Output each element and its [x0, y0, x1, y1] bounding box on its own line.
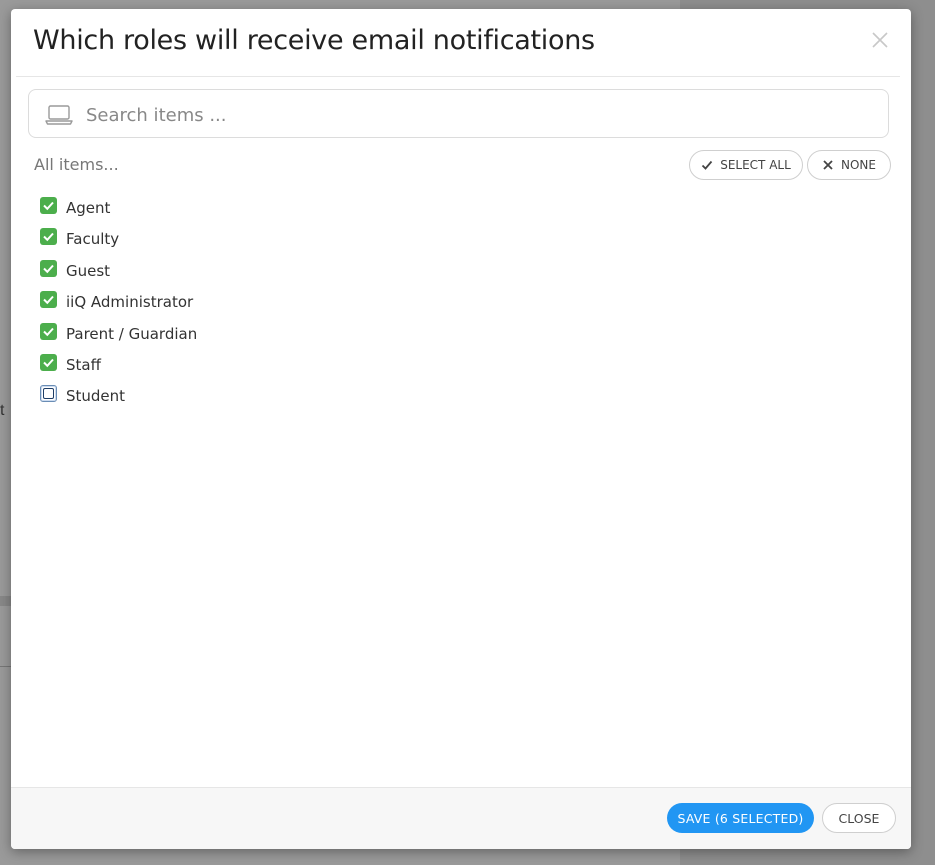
header-divider [16, 76, 900, 77]
list-item[interactable]: iiQ Administrator [40, 290, 197, 321]
check-icon [702, 160, 713, 170]
list-item[interactable]: Faculty [40, 227, 197, 258]
list-item[interactable]: Parent / Guardian [40, 322, 197, 353]
close-icon[interactable] [869, 29, 891, 51]
list-item[interactable]: Staff [40, 353, 197, 384]
modal-footer: SAVE (6 SELECTED) CLOSE [11, 788, 911, 849]
role-checkbox[interactable] [40, 385, 57, 403]
role-label: Staff [66, 355, 101, 374]
role-label: iiQ Administrator [66, 293, 194, 312]
role-checkbox[interactable] [40, 353, 57, 371]
modal-title: Which roles will receive email notificat… [33, 25, 595, 56]
role-label: Student [66, 387, 126, 406]
close-button[interactable]: CLOSE [822, 803, 896, 833]
modal-header: Which roles will receive email notificat… [11, 9, 911, 76]
select-all-label: SELECT ALL [720, 158, 791, 172]
select-all-button[interactable]: SELECT ALL [689, 150, 803, 180]
role-label: Agent [66, 199, 111, 217]
role-label: Faculty [66, 230, 120, 249]
role-checkbox[interactable] [40, 291, 57, 309]
role-label: Guest [66, 261, 111, 280]
list-item[interactable]: Guest [40, 259, 197, 290]
x-icon [823, 160, 833, 170]
role-checkbox[interactable] [40, 197, 57, 214]
select-none-button[interactable]: NONE [807, 150, 891, 180]
save-button[interactable]: SAVE (6 SELECTED) [667, 803, 814, 833]
select-none-label: NONE [841, 158, 876, 172]
laptop-icon [45, 105, 73, 125]
roles-modal: Which roles will receive email notificat… [11, 9, 911, 849]
all-items-label: All items... [34, 155, 119, 174]
role-list: Agent Faculty Guest iiQ Administrator Pa… [40, 196, 197, 416]
search-input[interactable] [84, 100, 868, 130]
role-checkbox[interactable] [40, 259, 57, 277]
search-box[interactable] [28, 89, 889, 138]
role-label: Parent / Guardian [66, 324, 198, 343]
role-checkbox[interactable] [40, 322, 57, 340]
list-item[interactable]: Agent [40, 196, 197, 227]
background-partial-text: t [0, 402, 5, 419]
list-item[interactable]: Student [40, 384, 197, 415]
role-checkbox[interactable] [40, 228, 57, 246]
